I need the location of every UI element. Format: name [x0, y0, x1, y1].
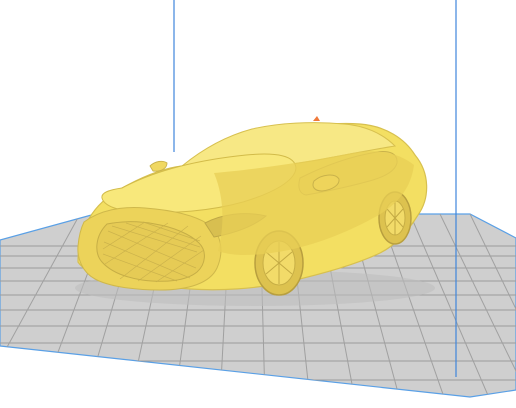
3d-viewport[interactable]	[0, 0, 516, 408]
roof-marker	[313, 116, 320, 121]
scene-svg[interactable]	[0, 0, 516, 408]
car-model[interactable]	[75, 116, 435, 306]
